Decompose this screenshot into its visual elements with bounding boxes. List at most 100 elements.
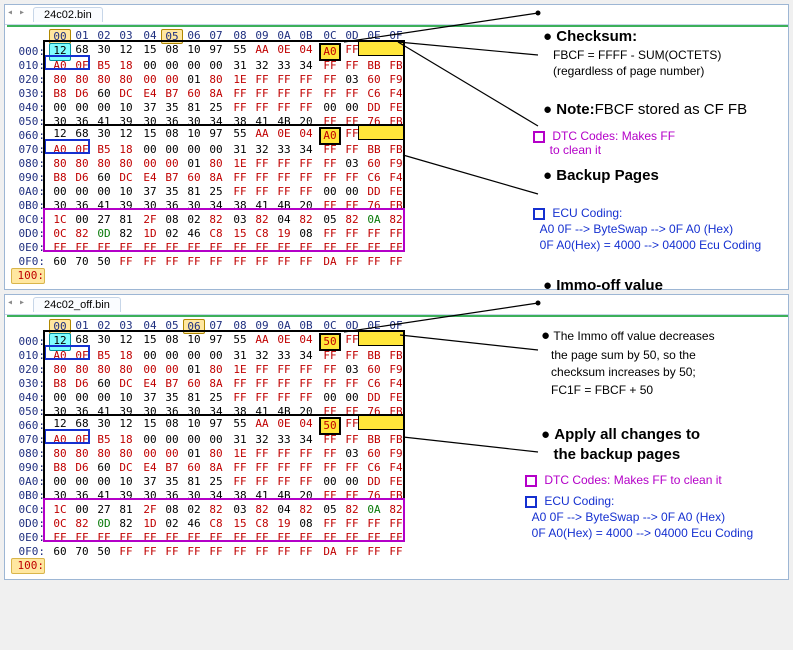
hex-byte[interactable]: 80 [93,363,115,377]
hex-byte[interactable]: FF [341,171,363,185]
hex-byte[interactable]: 31 [229,143,251,157]
hex-byte[interactable]: 60 [363,447,385,461]
hex-byte[interactable]: 00 [161,143,183,157]
hex-byte[interactable]: FF [93,241,115,255]
hex-byte[interactable]: 35 [161,391,183,405]
hex-byte[interactable]: FF [139,545,161,559]
hex-byte[interactable]: 04 [273,213,295,227]
hex-byte[interactable]: FF [341,517,363,531]
hex-byte[interactable]: FF [251,461,273,475]
hex-byte[interactable]: FF [251,171,273,185]
hex-byte[interactable]: D6 [71,171,93,185]
hex-byte[interactable]: 00 [319,391,341,405]
hex-byte[interactable]: C6 [363,461,385,475]
hex-byte[interactable]: 0D [93,227,115,241]
hex-byte[interactable]: E4 [139,171,161,185]
hex-byte[interactable]: FF [319,363,341,377]
hex-byte[interactable]: FE [385,101,407,115]
hex-byte[interactable]: 32 [251,59,273,73]
hex-byte[interactable]: FF [341,377,363,391]
hex-byte[interactable]: FF [295,241,317,255]
hex-byte[interactable]: FF [139,241,161,255]
hex-byte[interactable]: E4 [139,377,161,391]
hex-byte[interactable]: FE [385,391,407,405]
hex-byte[interactable]: DA [319,255,341,269]
hex-byte[interactable]: C6 [363,87,385,101]
hex-byte[interactable]: 80 [93,73,115,87]
hex-byte[interactable]: 00 [139,157,161,171]
hex-byte[interactable]: B8 [49,461,71,475]
hex-byte[interactable]: 27 [93,503,115,517]
hex-byte[interactable]: 37 [139,475,161,489]
hex-byte[interactable]: FF [229,101,251,115]
hex-byte[interactable]: D6 [71,87,93,101]
hex-byte[interactable]: FF [229,377,251,391]
hex-byte[interactable]: 34 [295,143,317,157]
hex-byte[interactable]: FF [205,241,227,255]
hex-byte[interactable]: 82 [205,213,227,227]
hex-byte[interactable]: FF [273,171,295,185]
hex-byte[interactable]: FF [273,241,295,255]
hex-byte[interactable]: 81 [183,185,205,199]
hex-byte[interactable]: FF [115,545,137,559]
hex-byte[interactable]: 15 [229,517,251,531]
hex-byte[interactable]: DC [115,461,137,475]
hex-byte[interactable]: 00 [139,349,161,363]
hex-byte[interactable]: 19 [273,227,295,241]
hex-byte[interactable]: 60 [363,363,385,377]
hex-byte[interactable]: 80 [71,157,93,171]
hex-byte[interactable]: 33 [273,59,295,73]
hex-byte[interactable]: FF [341,531,363,545]
hex-byte[interactable]: FF [251,545,273,559]
hex-byte[interactable]: 30 [139,489,161,503]
hex-byte[interactable]: FF [273,157,295,171]
hex-byte[interactable]: FF [319,87,341,101]
hex-byte[interactable]: 10 [115,101,137,115]
hex-byte[interactable]: 41 [93,199,115,213]
hex-byte[interactable]: 0A [363,503,385,517]
hex-byte[interactable]: 15 [229,227,251,241]
hex-byte[interactable]: 00 [341,185,363,199]
hex-byte[interactable]: DC [115,171,137,185]
hex-byte[interactable]: 37 [139,391,161,405]
hex-byte[interactable]: 00 [341,391,363,405]
hex-byte[interactable]: FF [319,157,341,171]
hex-byte[interactable]: FF [295,185,317,199]
hex-byte[interactable]: 60 [183,461,205,475]
hex-byte[interactable]: FF [251,377,273,391]
hex-byte[interactable]: 39 [115,199,137,213]
hex-byte[interactable]: FF [319,199,341,213]
hex-byte[interactable]: FF [273,377,295,391]
hex-byte[interactable]: FF [229,171,251,185]
hex-byte[interactable]: FF [341,349,363,363]
hex-byte[interactable]: 35 [161,475,183,489]
hex-byte[interactable]: 01 [183,73,205,87]
hex-byte[interactable]: 46 [183,517,205,531]
hex-byte[interactable]: 33 [273,433,295,447]
hex-byte[interactable]: 8A [205,87,227,101]
hex-byte[interactable]: 32 [251,433,273,447]
hex-byte[interactable]: FF [363,227,385,241]
hex-byte[interactable]: 30 [183,489,205,503]
hex-byte[interactable]: FF [295,255,317,269]
hex-byte[interactable]: 35 [161,185,183,199]
hex-byte[interactable]: 4B [273,199,295,213]
hex-byte[interactable]: 60 [49,545,71,559]
hex-byte[interactable]: FF [251,73,273,87]
hex-byte[interactable]: FF [295,531,317,545]
hex-byte[interactable]: 1E [229,363,251,377]
hex-byte[interactable]: 30 [139,199,161,213]
hex-byte[interactable]: FF [273,255,295,269]
hex-byte[interactable]: D6 [71,461,93,475]
hex-byte[interactable]: F4 [385,377,407,391]
hex-byte[interactable]: 1D [139,517,161,531]
hex-byte[interactable]: 00 [49,391,71,405]
hex-byte[interactable]: FF [319,461,341,475]
hex-byte[interactable]: 70 [71,255,93,269]
hex-byte[interactable]: 80 [49,157,71,171]
hex-byte[interactable]: FF [115,241,137,255]
hex-byte[interactable]: FF [385,545,407,559]
hex-byte[interactable]: 34 [295,349,317,363]
hex-byte[interactable]: 0D [93,517,115,531]
hex-byte[interactable]: 00 [49,185,71,199]
